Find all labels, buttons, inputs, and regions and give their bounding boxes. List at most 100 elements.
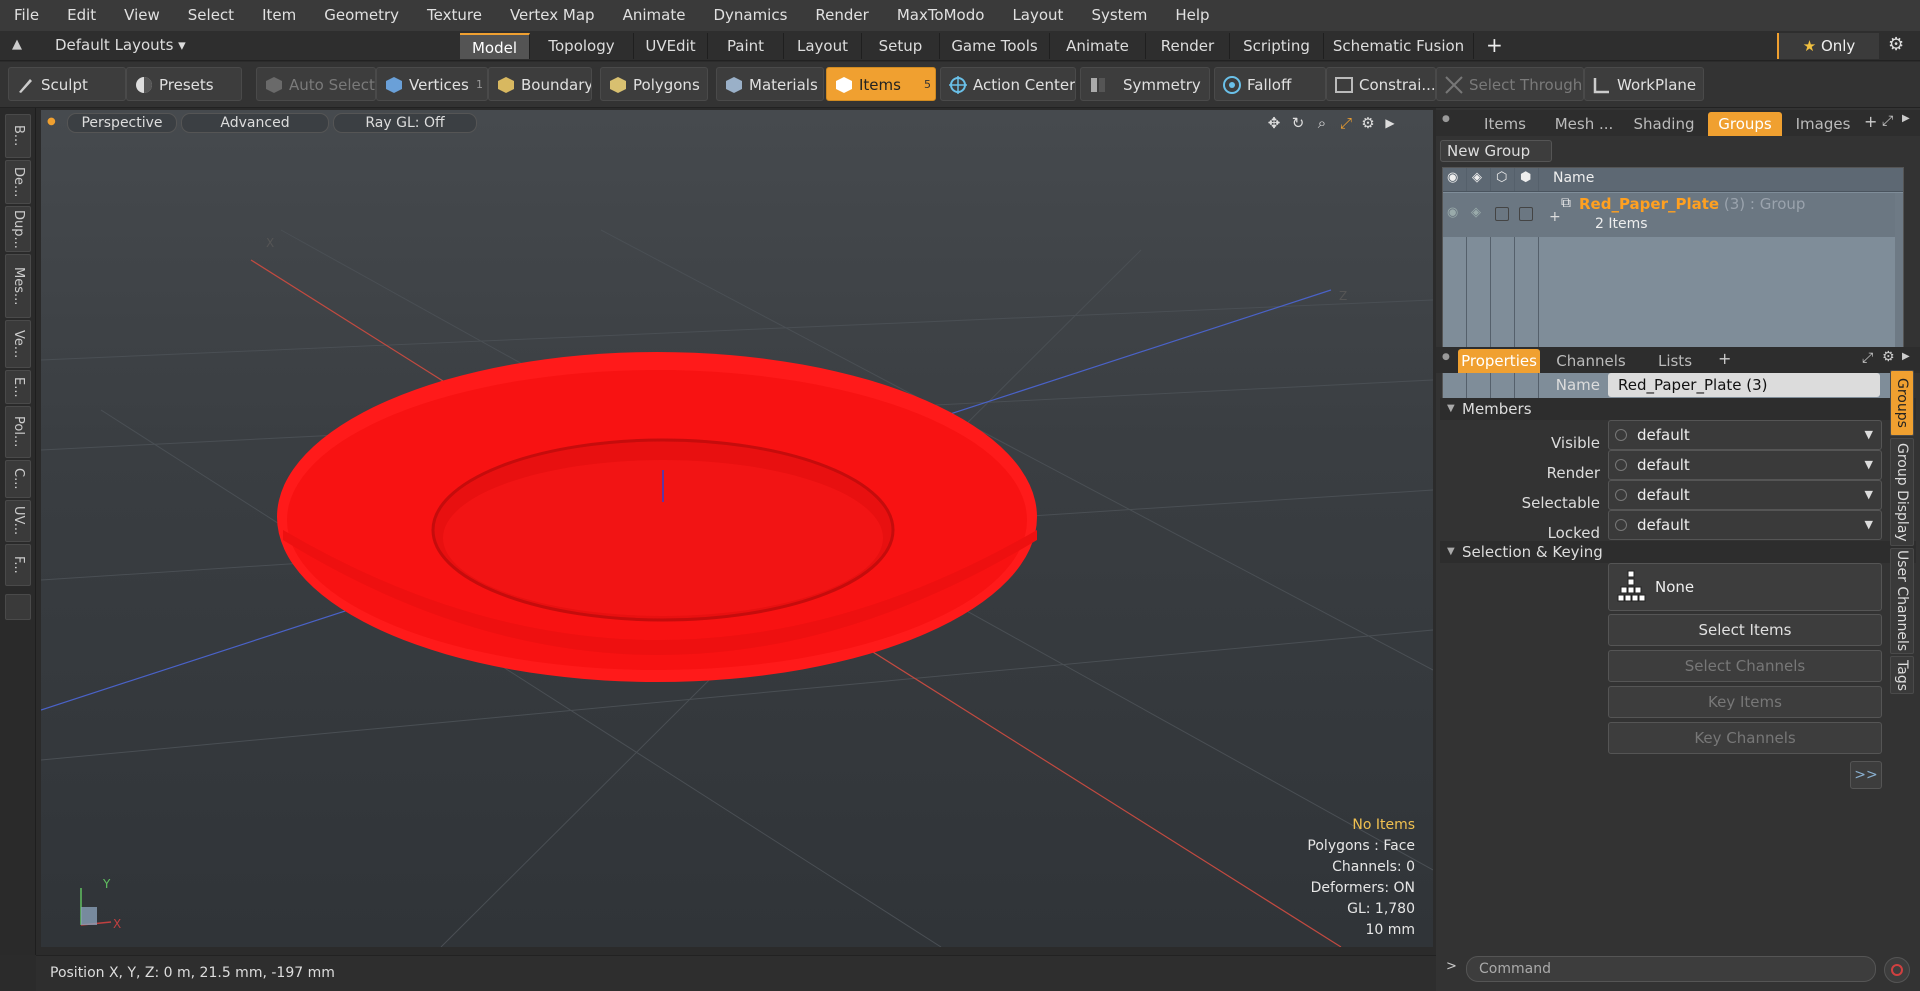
row-select-checkbox[interactable] <box>1519 207 1533 221</box>
new-group-button[interactable]: New Group <box>1440 140 1552 162</box>
tab-groups[interactable]: Groups <box>1708 112 1782 136</box>
menu-layout[interactable]: Layout <box>998 0 1077 31</box>
collapse-icon[interactable]: ▲ <box>12 37 22 52</box>
left-tab-expand[interactable] <box>5 594 31 620</box>
menu-dynamics[interactable]: Dynamics <box>699 0 801 31</box>
tab-topology[interactable]: Topology <box>530 33 634 59</box>
boundary-button[interactable]: Boundary <box>488 67 592 101</box>
symmetry-button[interactable]: Symmetry <box>1080 67 1210 101</box>
presets-button[interactable]: Presets <box>126 67 242 101</box>
tab-schematic-fusion[interactable]: Schematic Fusion <box>1324 33 1474 59</box>
select-channels-button[interactable]: Select Channels <box>1608 650 1882 682</box>
action-center-button[interactable]: Action Center <box>940 67 1076 101</box>
left-tab-duplicate[interactable]: Dup... <box>5 206 31 252</box>
menu-view[interactable]: View <box>110 0 174 31</box>
tab-model[interactable]: Model <box>460 33 530 59</box>
advanced-dropdown[interactable]: Advanced <box>181 113 329 133</box>
auto-select-button[interactable]: Auto Select <box>256 67 376 101</box>
properties-expand-icon[interactable]: ⤢ <box>1862 350 1873 366</box>
properties-more-icon[interactable]: ▶ <box>1902 351 1910 362</box>
falloff-button[interactable]: Falloff <box>1214 67 1326 101</box>
tab-render[interactable]: Render <box>1146 33 1230 59</box>
viewport-more-icon[interactable]: ▶ <box>1381 114 1399 132</box>
3d-viewport[interactable]: X Z Y X ● Perspective Advanced Ray GL: O… <box>41 110 1433 947</box>
menu-animate[interactable]: Animate <box>609 0 700 31</box>
tab-images[interactable]: Images <box>1786 112 1860 136</box>
side-tab-user-channels[interactable]: User Channels <box>1890 548 1914 654</box>
polygons-button[interactable]: Polygons <box>600 67 708 101</box>
properties-gear-icon[interactable]: ⚙ <box>1882 349 1895 365</box>
menu-help[interactable]: Help <box>1161 0 1223 31</box>
key-items-button[interactable]: Key Items <box>1608 686 1882 718</box>
menu-texture[interactable]: Texture <box>413 0 496 31</box>
side-tab-groups[interactable]: Groups <box>1890 370 1914 436</box>
select-items-button[interactable]: Select Items <box>1608 614 1882 646</box>
menu-render[interactable]: Render <box>801 0 882 31</box>
tab-layout[interactable]: Layout <box>784 33 862 59</box>
locked-dropdown[interactable]: default ▼ <box>1608 510 1882 540</box>
tab-channels[interactable]: Channels <box>1548 349 1634 373</box>
left-tab-basic[interactable]: B... <box>5 114 31 158</box>
name-input[interactable]: Red_Paper_Plate (3) <box>1608 373 1880 397</box>
tab-mesh[interactable]: Mesh ... <box>1548 112 1620 136</box>
row-render-icon[interactable]: ◈ <box>1471 205 1481 220</box>
menu-select[interactable]: Select <box>174 0 248 31</box>
col-visibility[interactable]: ◉ <box>1443 168 1467 191</box>
col-select[interactable]: ⬢ <box>1515 168 1539 191</box>
rotate-icon[interactable]: ↻ <box>1289 114 1307 132</box>
command-input[interactable]: Command <box>1466 956 1876 982</box>
visible-dropdown[interactable]: default ▼ <box>1608 420 1882 450</box>
add-panel-tab-icon[interactable]: + <box>1864 112 1877 131</box>
left-tab-polygon[interactable]: Pol... <box>5 406 31 458</box>
selection-set-none-button[interactable]: None <box>1608 563 1882 611</box>
left-tab-deform[interactable]: De... <box>5 160 31 204</box>
tab-game-tools[interactable]: Game Tools <box>940 33 1050 59</box>
tab-lists[interactable]: Lists <box>1640 349 1710 373</box>
left-tab-uv[interactable]: UV... <box>5 500 31 542</box>
expand-plus-icon[interactable]: + <box>1549 209 1561 225</box>
tab-shading[interactable]: Shading <box>1624 112 1704 136</box>
left-tab-fusion[interactable]: F... <box>5 544 31 586</box>
left-tab-vertex[interactable]: Ve... <box>5 320 31 368</box>
row-lock-checkbox[interactable] <box>1495 207 1509 221</box>
menu-edit[interactable]: Edit <box>53 0 110 31</box>
red-paper-plate-mesh[interactable] <box>277 352 1037 682</box>
col-lock[interactable]: ⬡ <box>1491 168 1515 191</box>
maximize-icon[interactable]: ⤢ <box>1337 114 1355 132</box>
menu-item[interactable]: Item <box>248 0 310 31</box>
viewport-dot-icon[interactable]: ● <box>47 116 56 127</box>
constraints-button[interactable]: Constrai... <box>1326 67 1436 101</box>
tab-scripting[interactable]: Scripting <box>1230 33 1324 59</box>
layouts-dropdown[interactable]: Default Layouts ▾ <box>55 36 186 54</box>
tab-setup[interactable]: Setup <box>862 33 940 59</box>
selection-keying-section-header[interactable]: ▼ Selection & Keying <box>1440 541 1916 563</box>
workplane-button[interactable]: WorkPlane <box>1584 67 1704 101</box>
panel-more-icon[interactable]: ▶ <box>1902 113 1910 124</box>
expand-panel-icon[interactable]: ⤢ <box>1882 113 1893 129</box>
add-properties-tab-icon[interactable]: + <box>1718 349 1731 368</box>
tab-properties[interactable]: Properties <box>1458 349 1540 373</box>
perspective-dropdown[interactable]: Perspective <box>67 113 177 133</box>
gear-icon[interactable]: ⚙ <box>1888 34 1904 55</box>
more-options-button[interactable]: >> <box>1850 761 1882 789</box>
row-eye-icon[interactable]: ◉ <box>1447 205 1458 220</box>
group-row-red-paper-plate[interactable]: ◉ ◈ + ⧉ Red_Paper_Plate (3) : Group 2 It… <box>1443 193 1903 237</box>
raygl-toggle[interactable]: Ray GL: Off <box>333 113 477 133</box>
tab-items[interactable]: Items <box>1466 112 1544 136</box>
menu-system[interactable]: System <box>1077 0 1161 31</box>
pan-icon[interactable]: ✥ <box>1265 114 1283 132</box>
side-tab-tags[interactable]: Tags <box>1890 656 1914 694</box>
tab-uvedit[interactable]: UVEdit <box>634 33 708 59</box>
zoom-icon[interactable]: ⌕ <box>1313 114 1331 132</box>
tab-animate[interactable]: Animate <box>1050 33 1146 59</box>
tab-paint[interactable]: Paint <box>708 33 784 59</box>
add-tab-button[interactable]: + <box>1486 33 1503 57</box>
left-tab-curve[interactable]: C... <box>5 460 31 498</box>
render-dropdown[interactable]: default ▼ <box>1608 450 1882 480</box>
menu-vertex-map[interactable]: Vertex Map <box>496 0 609 31</box>
vertices-button[interactable]: Vertices 1 <box>376 67 488 101</box>
record-macro-button[interactable] <box>1884 957 1910 983</box>
left-tab-edge[interactable]: E... <box>5 370 31 404</box>
sculpt-button[interactable]: Sculpt <box>8 67 126 101</box>
menu-file[interactable]: File <box>0 0 53 31</box>
